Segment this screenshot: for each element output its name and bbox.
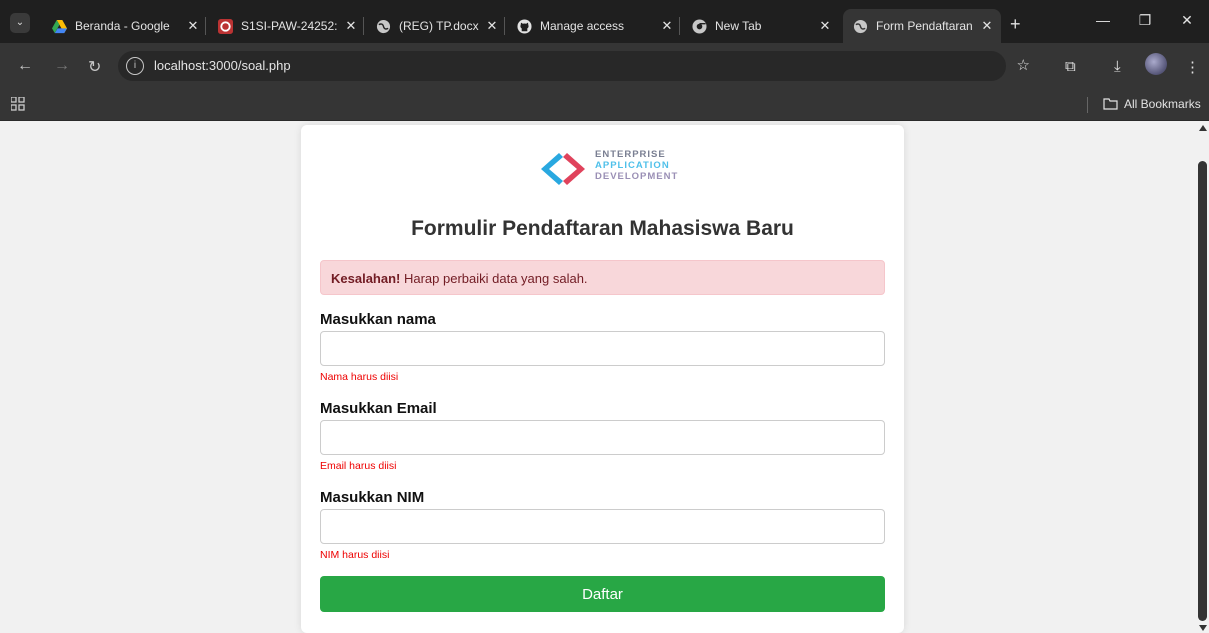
site-info-icon[interactable]: i: [126, 57, 144, 75]
logo-line-3: DEVELOPMENT: [595, 171, 679, 182]
close-tab-icon[interactable]: ✕: [484, 18, 500, 34]
tab-divider: [205, 17, 206, 35]
tab-title: Form Pendaftaran: [876, 19, 973, 33]
new-tab-icon[interactable]: +: [1010, 14, 1021, 35]
registration-card: ENTERPRISE APPLICATION DEVELOPMENT Formu…: [301, 125, 904, 633]
google-drive-icon: [52, 19, 67, 33]
logo-line-1: ENTERPRISE: [595, 149, 666, 160]
nim-error: NIM harus diisi: [320, 549, 390, 561]
tab-new-tab[interactable]: New Tab ✕: [682, 9, 839, 43]
page-scrollbar[interactable]: [1196, 121, 1209, 633]
nim-label: Masukkan NIM: [320, 489, 425, 506]
tab-title: Beranda - Google: [75, 19, 170, 33]
url-text: localhost:3000/soal.php: [154, 58, 291, 73]
reload-icon[interactable]: ↻: [88, 57, 101, 77]
address-bar[interactable]: i localhost:3000/soal.php ☆: [118, 51, 1030, 81]
email-error: Email harus diisi: [320, 460, 397, 472]
scroll-down-icon[interactable]: [1199, 625, 1207, 631]
bookmarks-bar: All Bookmarks: [0, 89, 1209, 121]
tab-divider: [504, 17, 505, 35]
submit-button[interactable]: Daftar: [320, 576, 885, 612]
tab-title: (REG) TP.docx: [399, 19, 479, 33]
nim-input[interactable]: [320, 509, 885, 544]
minimize-icon[interactable]: —: [1093, 12, 1113, 28]
name-error: Nama harus diisi: [320, 371, 399, 383]
tab-title: Manage access: [540, 19, 625, 33]
close-tab-icon[interactable]: ✕: [817, 18, 833, 34]
course-icon: [218, 18, 233, 34]
name-input[interactable]: [320, 331, 885, 366]
page-viewport: ENTERPRISE APPLICATION DEVELOPMENT Formu…: [0, 121, 1196, 633]
globe-icon: [853, 19, 868, 33]
bookmarks-divider: [1087, 97, 1088, 113]
close-window-icon[interactable]: ✕: [1177, 12, 1197, 29]
tab-title: S1SI-PAW-24252:: [241, 19, 338, 33]
alert-message: Harap perbaiki data yang salah.: [400, 271, 588, 286]
chrome-icon: [692, 18, 707, 34]
browser-toolbar: ← → ↻ i localhost:3000/soal.php ☆ ⧉ ⤓ ⋮: [0, 43, 1209, 89]
scrollbar-thumb[interactable]: [1198, 161, 1207, 621]
tab-strip: ⌄ Beranda - Google ✕ S1SI-PAW-24252: ✕ (…: [0, 0, 1209, 43]
logo-chevron-icon: [541, 153, 585, 185]
tab-beranda[interactable]: Beranda - Google ✕: [42, 9, 207, 43]
tab-search-button[interactable]: ⌄: [10, 13, 30, 33]
alert-strong-text: Kesalahan!: [331, 271, 401, 286]
tab-course[interactable]: S1SI-PAW-24252: ✕: [208, 9, 365, 43]
bookmark-star-icon[interactable]: ☆: [1017, 56, 1030, 74]
folder-icon: [1103, 98, 1118, 110]
logo-line-2: APPLICATION: [595, 160, 670, 171]
tab-divider: [679, 17, 680, 35]
name-label: Masukkan nama: [320, 311, 436, 328]
github-icon: [517, 18, 532, 34]
profile-avatar[interactable]: [1145, 53, 1167, 75]
tab-title: New Tab: [715, 19, 762, 33]
email-input[interactable]: [320, 420, 885, 455]
close-tab-icon[interactable]: ✕: [659, 18, 675, 34]
ead-logo: ENTERPRISE APPLICATION DEVELOPMENT: [539, 147, 677, 191]
email-label: Masukkan Email: [320, 400, 437, 417]
all-bookmarks-button[interactable]: All Bookmarks: [1103, 97, 1201, 111]
close-tab-icon[interactable]: ✕: [185, 18, 201, 34]
globe-icon: [376, 19, 391, 33]
forward-icon[interactable]: →: [54, 57, 70, 75]
download-icon[interactable]: ⤓: [1114, 58, 1121, 75]
back-icon[interactable]: ←: [17, 57, 33, 75]
all-bookmarks-label: All Bookmarks: [1124, 97, 1201, 111]
extensions-icon[interactable]: ⧉: [1065, 58, 1076, 75]
apps-grid-icon[interactable]: [11, 97, 25, 111]
tab-docx[interactable]: (REG) TP.docx ✕: [366, 9, 506, 43]
menu-icon[interactable]: ⋮: [1185, 58, 1200, 76]
close-tab-icon[interactable]: ✕: [979, 18, 995, 34]
tab-manage-access[interactable]: Manage access ✕: [507, 9, 681, 43]
scroll-up-icon[interactable]: [1199, 125, 1207, 131]
restore-icon[interactable]: ❐: [1135, 12, 1155, 29]
tab-divider: [363, 17, 364, 35]
error-alert: Kesalahan! Harap perbaiki data yang sala…: [320, 260, 885, 295]
page-title: Formulir Pendaftaran Mahasiswa Baru: [411, 217, 794, 240]
tab-form-pendaftaran[interactable]: Form Pendaftaran ✕: [843, 9, 1001, 43]
close-tab-icon[interactable]: ✕: [343, 18, 359, 34]
